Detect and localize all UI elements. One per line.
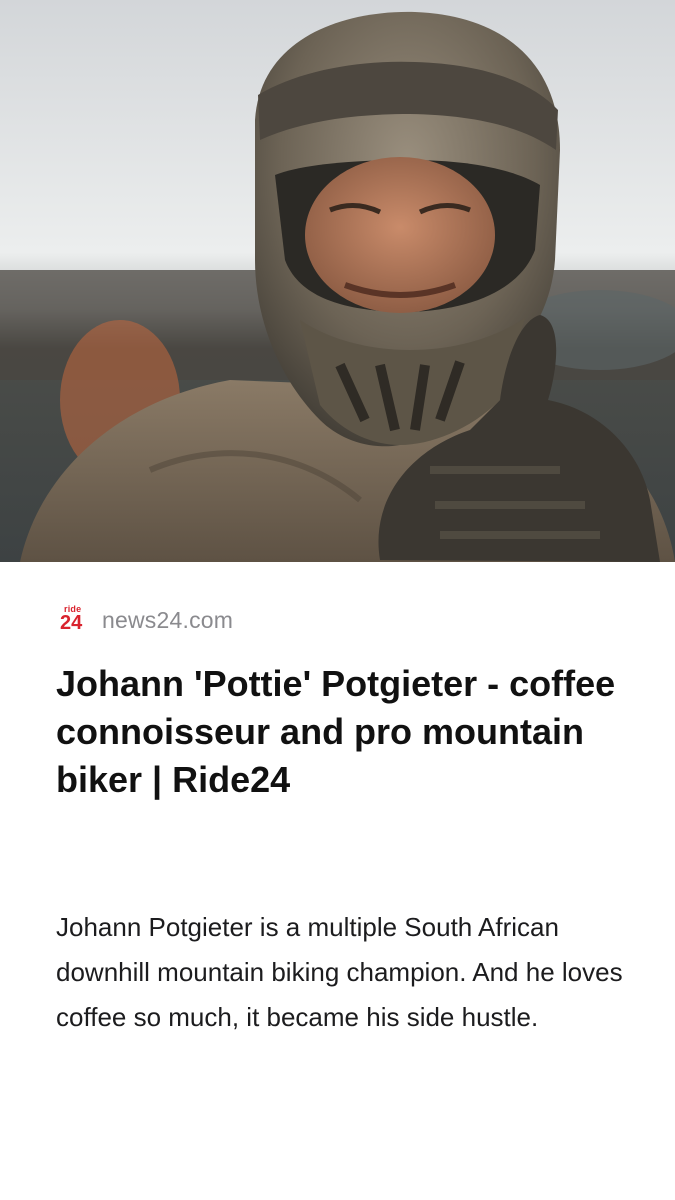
article-summary: Johann Potgieter is a multiple South Afr… bbox=[56, 912, 623, 1032]
article-source: ride 24 news24.com bbox=[56, 600, 233, 640]
article-hero-image[interactable] bbox=[0, 0, 675, 562]
ride24-logo-icon: ride 24 bbox=[56, 602, 92, 638]
article-link-card[interactable]: ride 24 news24.com Johann 'Pottie' Potgi… bbox=[0, 0, 675, 1200]
article-headline[interactable]: Johann 'Pottie' Potgieter - coffee conno… bbox=[56, 660, 636, 804]
source-domain: news24.com bbox=[102, 606, 234, 633]
logo-big-text: 24 bbox=[60, 612, 83, 634]
